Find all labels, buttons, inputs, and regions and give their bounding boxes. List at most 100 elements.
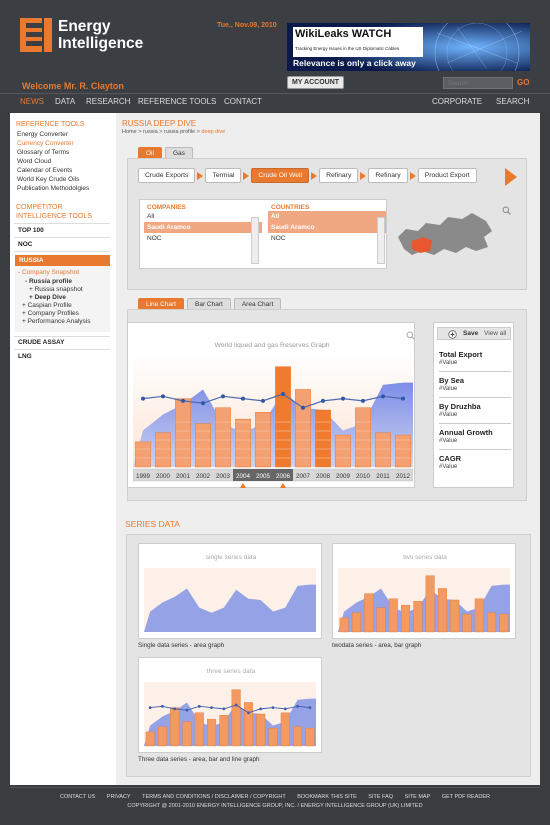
legend-item-total-export[interactable]: Total Export #Value <box>439 350 511 372</box>
thumb-three-series[interactable]: three series data <box>138 657 322 753</box>
nav-research[interactable]: RESEARCH <box>86 97 130 106</box>
x-tick-label: 2000 <box>156 473 171 480</box>
sidebar-link-calendar[interactable]: Calendar of Events <box>17 167 72 174</box>
footer-link-pdf[interactable]: GET PDF READER <box>442 794 490 800</box>
footer-link-contact[interactable]: CONTACT US <box>60 794 95 800</box>
caption-two-series: twodata series - area, bar graph <box>332 642 422 649</box>
list-item[interactable]: NOC <box>268 233 386 244</box>
flow-step-termial[interactable]: Termial <box>205 168 242 183</box>
wikileaks-banner[interactable]: WikiLeaks WATCH Tracking Energy Issues i… <box>287 23 530 71</box>
tab-line-chart[interactable]: Line Chart <box>138 298 184 309</box>
sidebar-item-caspian[interactable]: + Caspian Profile <box>22 302 72 309</box>
bar-2001 <box>175 398 191 468</box>
flow-step-refinary-1[interactable]: Refinary <box>319 168 359 183</box>
list-item[interactable]: All <box>144 211 262 222</box>
brand-logo[interactable]: Energy Intelligence <box>20 18 143 52</box>
go-button[interactable]: GO <box>517 78 529 87</box>
sidebar-item-company-snapshot[interactable]: - Company Snapshot <box>18 269 79 276</box>
list-item[interactable]: Saudi Aramco <box>144 222 262 233</box>
footer-link-sitemap[interactable]: SITE MAP <box>405 794 431 800</box>
sidebar-link-currency-converter[interactable]: Currency Converter <box>17 140 74 147</box>
sidebar-item-top100[interactable]: TOP 100 <box>18 227 44 234</box>
thumbnail-chart-3 <box>144 682 316 747</box>
legend-item-by-druzhba[interactable]: By Druzhba #Value <box>439 402 511 424</box>
breadcrumb-russia[interactable]: russia <box>143 129 158 135</box>
nav-corporate[interactable]: CORPORATE <box>432 97 482 106</box>
thumb-two-series[interactable]: two series data <box>332 543 516 639</box>
sidebar-item-company-profiles[interactable]: + Company Profiles <box>22 310 79 317</box>
brand-name-line2: Intelligence <box>58 35 144 52</box>
breadcrumb-russia-profile[interactable]: russia profile <box>164 129 195 135</box>
sidebar-item-russia-snapshot[interactable]: + Russia snapshot <box>29 286 83 293</box>
footer-link-faq[interactable]: SITE FAQ <box>368 794 393 800</box>
search-input[interactable] <box>443 77 513 89</box>
bar-2005 <box>255 412 271 468</box>
sidebar-item-crude-assay[interactable]: CRUDE ASSAY <box>18 339 64 346</box>
zoom-icon[interactable] <box>502 206 511 215</box>
sidebar-item-russia-profile[interactable]: - Russia profile <box>25 278 72 285</box>
thumb-point <box>185 708 189 712</box>
sidebar: REFERENCE TOOLS Energy Converter Currenc… <box>10 113 114 785</box>
thumb-bar <box>450 599 460 633</box>
flow-step-product-export[interactable]: Product Export <box>417 168 477 183</box>
breadcrumb-home[interactable]: Home <box>122 129 137 135</box>
thumb-point <box>271 706 275 709</box>
save-button[interactable]: Save <box>463 330 478 337</box>
thumb-bar <box>388 598 398 633</box>
thumb-bar <box>207 718 217 747</box>
view-all-link[interactable]: View all <box>484 330 506 337</box>
thumb-point <box>283 707 287 711</box>
tab-bar-chart[interactable]: Bar Chart <box>187 298 231 309</box>
thumb-bar <box>157 726 167 747</box>
flow-step-crude-oil-well[interactable]: Crude Oil Well <box>251 168 310 183</box>
nav-data[interactable]: DATA <box>55 97 75 106</box>
russia-map-icon[interactable] <box>396 207 496 262</box>
list-item[interactable]: NOC <box>144 233 262 244</box>
footer-link-privacy[interactable]: PRIVACY <box>107 794 131 800</box>
thumb-bar <box>280 712 290 747</box>
thumb-bar <box>425 575 435 633</box>
russia-menu-header[interactable]: RUSSIA <box>15 255 110 266</box>
sidebar-item-performance[interactable]: + Performance Analysis <box>22 318 90 325</box>
legend-item-annual-growth[interactable]: Annual Growth #Value <box>439 428 511 450</box>
legend-item-cagr[interactable]: CAGR #Value <box>439 454 511 476</box>
divider <box>14 223 110 224</box>
nav-contact[interactable]: CONTACT <box>224 97 262 106</box>
nav-search[interactable]: SEARCH <box>496 97 529 106</box>
legend-item-by-sea[interactable]: By Sea #Value <box>439 376 511 398</box>
thumb-bar <box>256 713 266 747</box>
thumb-point <box>296 704 299 708</box>
tab-oil[interactable]: Oil <box>138 147 162 158</box>
sidebar-link-crude-oils[interactable]: World Key Crude Oils <box>17 176 79 183</box>
sidebar-link-methodologies[interactable]: Publication Methodolgies <box>17 185 89 192</box>
breadcrumb-current: deep dive <box>201 129 226 135</box>
tab-area-chart[interactable]: Area Chart <box>233 298 282 309</box>
bar-2007 <box>295 389 311 468</box>
list-item[interactable]: Saudi Aramco <box>268 222 386 233</box>
sidebar-item-lng[interactable]: LNG <box>18 353 32 360</box>
nav-reference-tools[interactable]: REFERENCE TOOLS <box>138 97 216 106</box>
point-2009 <box>341 396 345 401</box>
nav-news[interactable]: NEWS <box>20 97 44 106</box>
companies-scrollbar[interactable] <box>251 217 259 264</box>
point-2003 <box>221 394 225 399</box>
plus-circle-icon[interactable] <box>448 330 457 339</box>
sidebar-link-glossary[interactable]: Glossary of Terms <box>17 149 69 156</box>
flow-step-crude-exports[interactable]: Crude Exports <box>138 168 196 183</box>
sidebar-item-noc[interactable]: NOC <box>18 241 32 248</box>
next-arrow-icon[interactable] <box>505 168 517 186</box>
x-tick-label: 2005 <box>256 473 271 480</box>
tab-gas[interactable]: Gas <box>164 147 193 158</box>
list-item[interactable]: All <box>268 211 386 222</box>
logo-mark-icon <box>20 18 52 52</box>
sidebar-link-energy-converter[interactable]: Energy Converter <box>17 131 68 138</box>
thumb-single-series[interactable]: single series data <box>138 543 322 639</box>
countries-scrollbar[interactable] <box>377 217 385 264</box>
footer-link-bookmark[interactable]: BOOKMARK THIS SITE <box>297 794 357 800</box>
my-account-button[interactable]: MY ACCOUNT <box>287 76 344 89</box>
sidebar-item-deep-dive[interactable]: + Deep Dive <box>29 294 66 301</box>
flow-step-refinary-2[interactable]: Refinary <box>368 168 408 183</box>
footer-link-terms[interactable]: TERMS AND CONDITIONS / DISCLAIMER / COPY… <box>142 794 286 800</box>
sidebar-link-word-cloud[interactable]: Word Cloud <box>17 158 51 165</box>
thumb-bar <box>351 612 361 633</box>
